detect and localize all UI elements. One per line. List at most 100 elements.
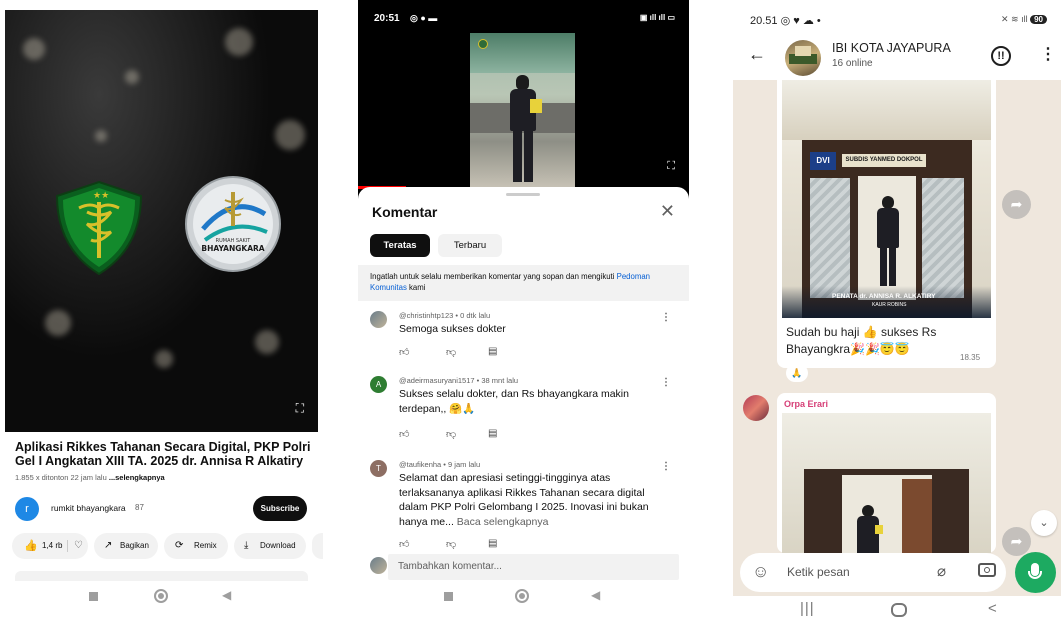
comment-item: @christinhtp123 • 0 dtk lalu Semoga suks… — [358, 311, 689, 359]
comment-author[interactable]: @taufikenha • 9 jam lalu — [399, 460, 480, 469]
fullscreen-icon[interactable]: ⛶ — [296, 401, 304, 416]
channel-name[interactable]: rumkit bhayangkara — [51, 503, 126, 513]
forward-icon[interactable]: ➦ — [1002, 527, 1031, 556]
photo-attachment[interactable] — [782, 413, 991, 553]
chat-header: 20.51 ◎ ♥ ☁ • ✕ ≋ ıll 90 ← IBI KOTA JAYA… — [733, 0, 1061, 80]
commenter-avatar[interactable] — [370, 311, 387, 328]
share-button[interactable]: ↗ Bagikan — [94, 533, 158, 559]
emoji-icon[interactable]: ☺ — [752, 562, 769, 582]
video-player[interactable]: ★★ RUMAH SAKIT BHAYANGKARA ⛶ — [5, 10, 318, 432]
shorts-video[interactable] — [470, 33, 575, 188]
chip-newest[interactable]: Terbaru — [438, 234, 502, 257]
sender-name[interactable]: Orpa Erari — [784, 399, 828, 409]
recents-button[interactable] — [89, 592, 98, 601]
forward-icon[interactable]: ➦ — [1002, 190, 1031, 219]
emblem-icon — [478, 39, 488, 49]
recents-button[interactable] — [444, 592, 453, 601]
like-icon[interactable]: 👍︎ — [399, 538, 409, 550]
camera-icon[interactable] — [978, 563, 996, 577]
more-actions-pill[interactable] — [312, 533, 323, 559]
download-button[interactable]: ⤓ Download — [234, 533, 306, 559]
read-more-link[interactable]: Baca selengkapnya — [457, 516, 549, 528]
bokeh-light — [225, 28, 253, 56]
back-button[interactable]: < — [988, 600, 997, 617]
dislike-icon[interactable]: 👎︎ — [446, 346, 456, 358]
kedokteran-emblem-logo: ★★ — [51, 178, 147, 278]
back-arrow-icon[interactable]: ← — [748, 44, 766, 65]
notice-text: Ingatlah untuk selalu memberikan komenta… — [370, 272, 615, 281]
bokeh-light — [95, 130, 107, 142]
video-title: Aplikasi Rikkes Tahanan Secara Digital, … — [15, 440, 311, 468]
remix-button[interactable]: ⟳ Remix — [164, 533, 228, 559]
more-vert-icon[interactable]: ⋮ — [661, 461, 671, 472]
channel-avatar[interactable]: r — [15, 497, 39, 521]
comment-author[interactable]: @christinhtp123 • 0 dtk lalu — [399, 311, 490, 320]
commenter-avatar[interactable]: T — [370, 460, 387, 477]
back-button[interactable]: ◀ — [591, 588, 600, 602]
whatsapp-panel: 20.51 ◎ ♥ ☁ • ✕ ≋ ıll 90 ← IBI KOTA JAYA… — [733, 0, 1061, 624]
close-icon[interactable]: ✕ — [660, 201, 675, 222]
more-vert-icon[interactable]: ⋮ — [661, 312, 671, 323]
like-icon[interactable]: 👍︎ — [399, 428, 409, 440]
dvi-logo: DVI — [810, 152, 836, 170]
comments-teaser[interactable] — [15, 571, 308, 581]
comment-item: A @adeirmasuryani1517 • 38 mnt lalu Suks… — [358, 376, 689, 446]
show-more-link[interactable]: ...selengkapnya — [109, 473, 165, 482]
message-time: 18.35 — [960, 353, 981, 362]
group-name[interactable]: IBI KOTA JAYAPURA — [832, 41, 951, 55]
battery-icon: 90 — [1030, 15, 1047, 24]
person-figure — [875, 196, 901, 286]
bokeh-light — [275, 120, 305, 150]
commenter-avatar[interactable]: A — [370, 376, 387, 393]
like-icon[interactable]: 👍︎ — [399, 346, 409, 358]
dislike-icon[interactable]: ♡ — [74, 533, 83, 559]
more-vert-icon[interactable]: ⋮ — [661, 377, 671, 388]
sender-avatar[interactable] — [743, 395, 769, 421]
message-input-bar[interactable]: ☺ Ketik pesan ⌀ — [740, 553, 1006, 592]
photo-attachment[interactable]: SUBDIS YANMED DOKPOL DVI PENATA dr. ANNI… — [782, 80, 991, 318]
add-comment-input[interactable]: Tambahkan komentar... — [388, 554, 679, 580]
home-button[interactable] — [154, 589, 168, 603]
reply-icon[interactable]: ▤ — [488, 538, 497, 549]
ceiling — [782, 80, 991, 140]
photo-caption-sub: KAUR ROBINS — [872, 302, 907, 308]
wooden-door — [902, 479, 932, 553]
svg-text:★★: ★★ — [93, 191, 109, 201]
glass-door — [810, 178, 850, 298]
reply-icon[interactable]: ▤ — [488, 346, 497, 357]
more-vert-icon[interactable]: ⋮ — [1040, 44, 1056, 64]
drag-handle[interactable] — [506, 193, 540, 196]
android-nav-bar: ◀ — [0, 588, 323, 608]
dislike-icon[interactable]: 👎︎ — [446, 538, 456, 550]
like-icon[interactable]: 👍 — [24, 533, 38, 559]
comment-author[interactable]: @adeirmasuryani1517 • 38 mnt lalu — [399, 376, 518, 385]
sign-banner: SUBDIS YANMED DOKPOL — [842, 154, 926, 167]
bokeh-light — [125, 70, 139, 84]
status-time: 20.51 ◎ ♥ ☁ • — [750, 15, 821, 27]
comment-text: Semoga sukses dokter — [399, 323, 506, 335]
like-count[interactable]: 1,4 rb — [42, 533, 62, 559]
mic-button[interactable] — [1015, 552, 1056, 593]
reaction-badge[interactable]: 🙏 — [786, 364, 808, 382]
notification-icons: ◎ ● ▬ — [410, 13, 438, 23]
group-avatar[interactable] — [785, 40, 821, 76]
person-figure — [856, 505, 883, 553]
subscribe-button[interactable]: Subscribe — [253, 496, 307, 521]
back-button[interactable]: ◀ — [222, 588, 231, 602]
shorts-video-area: 20:51 ◎ ● ▬ ▣ ıll ıll ▭ ⛶ — [358, 0, 689, 200]
attach-icon[interactable]: ⌀ — [937, 562, 946, 580]
image-message: Orpa Erari — [777, 393, 996, 553]
voice-chat-icon[interactable]: !! — [991, 46, 1011, 66]
scroll-down-icon[interactable]: ⌄ — [1031, 510, 1057, 536]
chip-top[interactable]: Teratas — [370, 234, 430, 257]
dislike-icon[interactable]: 👎︎ — [446, 428, 456, 440]
recents-button[interactable]: ||| — [800, 600, 815, 617]
fullscreen-icon[interactable]: ⛶ — [667, 160, 675, 173]
home-button[interactable] — [891, 603, 907, 617]
svg-text:BHAYANGKARA: BHAYANGKARA — [201, 244, 264, 253]
notice-end: kami — [409, 283, 426, 292]
home-button[interactable] — [515, 589, 529, 603]
message-input[interactable]: Ketik pesan — [787, 565, 850, 579]
reply-icon[interactable]: ▤ — [488, 428, 497, 439]
comments-title: Komentar — [372, 204, 438, 220]
